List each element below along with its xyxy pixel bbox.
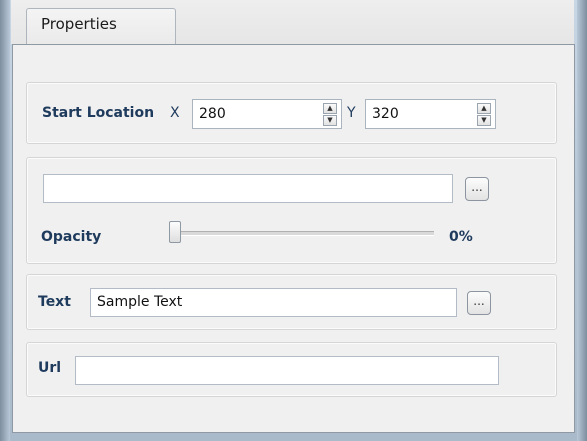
x-spin-arrows[interactable]: ▲ ▼ — [323, 103, 337, 126]
image-browse-button[interactable]: ... — [465, 177, 489, 201]
opacity-slider-track[interactable] — [169, 231, 434, 236]
y-spin-down-icon[interactable]: ▼ — [477, 115, 491, 126]
x-spin-up-icon[interactable]: ▲ — [323, 103, 337, 114]
properties-tab-label: Properties — [41, 15, 117, 33]
properties-panel: Start Location X 280 ▲ ▼ Y 320 ▲ ▼ ... O… — [12, 44, 575, 433]
text-browse-button[interactable]: ... — [467, 291, 491, 315]
image-opacity-group: ... Opacity 0% — [26, 157, 557, 264]
frame-left-edge — [0, 0, 10, 441]
frame-right-edge — [577, 0, 587, 441]
y-value: 320 — [372, 106, 399, 122]
y-spinbox[interactable]: 320 ▲ ▼ — [365, 99, 496, 129]
x-spin-down-icon[interactable]: ▼ — [323, 115, 337, 126]
text-label: Text — [38, 294, 71, 310]
opacity-value: 0% — [449, 229, 473, 245]
image-path-input[interactable] — [43, 174, 453, 203]
text-browse-label: ... — [473, 294, 485, 308]
text-value: Sample Text — [97, 294, 183, 310]
url-group: Url — [26, 342, 557, 397]
y-label: Y — [347, 105, 356, 121]
x-spinbox[interactable]: 280 ▲ ▼ — [192, 99, 342, 129]
x-label: X — [170, 105, 180, 121]
y-spin-arrows[interactable]: ▲ ▼ — [477, 103, 491, 126]
opacity-slider-thumb[interactable] — [169, 221, 181, 243]
x-value: 280 — [199, 106, 226, 122]
start-location-group: Start Location X 280 ▲ ▼ Y 320 ▲ ▼ — [26, 82, 557, 144]
text-input[interactable]: Sample Text — [90, 288, 457, 317]
opacity-label: Opacity — [41, 229, 102, 245]
properties-tab[interactable]: Properties — [26, 8, 176, 44]
text-group: Text Sample Text ... — [26, 274, 557, 330]
start-location-label: Start Location — [42, 105, 155, 121]
url-label: Url — [38, 360, 62, 376]
url-input[interactable] — [75, 356, 499, 385]
image-browse-label: ... — [471, 180, 483, 194]
y-spin-up-icon[interactable]: ▲ — [477, 103, 491, 114]
